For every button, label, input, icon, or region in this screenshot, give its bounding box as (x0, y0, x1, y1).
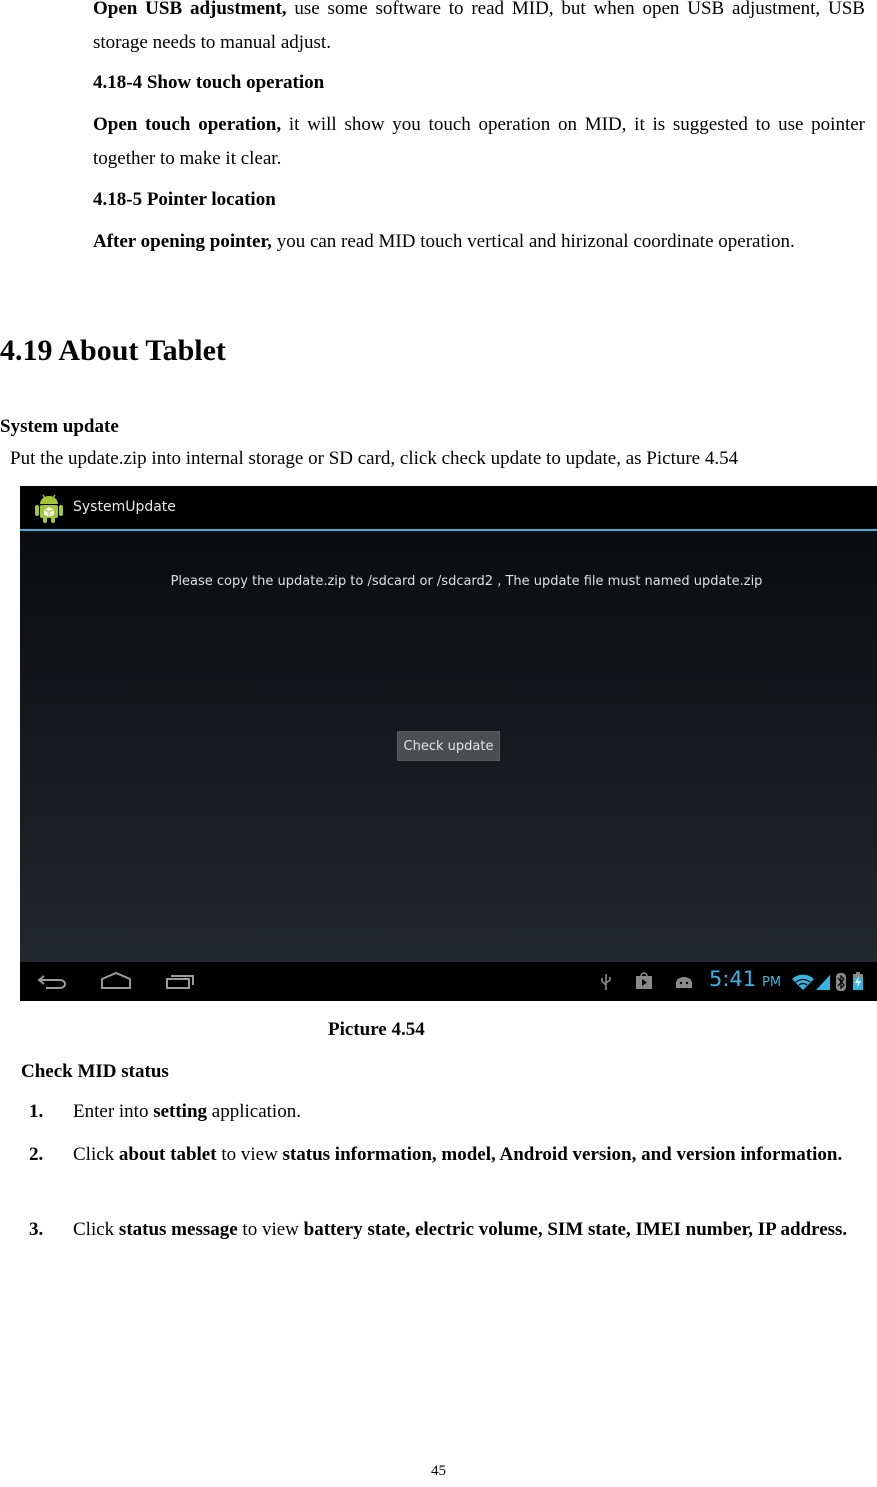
text-run: Click (73, 1144, 119, 1165)
text-run: to view (216, 1144, 283, 1165)
status-clock: 5:41 (709, 967, 757, 991)
text-run-bold: status message (118, 1219, 238, 1240)
system-navigation-bar: 5:41 PM (20, 962, 877, 1001)
list-item: 3. Click status message to view battery … (0, 1213, 865, 1247)
bluetooth-icon (835, 972, 847, 996)
pointer-location-lead: After opening pointer, (93, 231, 272, 252)
list-item-text: Click about tablet to view status inform… (73, 1138, 865, 1172)
list-number: 1. (29, 1101, 44, 1122)
usb-icon (600, 972, 612, 996)
touch-operation-lead: Open touch operation, (93, 114, 282, 135)
text-run: Click (73, 1219, 119, 1240)
page-number: 45 (431, 1463, 446, 1479)
system-update-screenshot: SystemUpdate Please copy the update.zip … (20, 486, 877, 1001)
section-heading-about-tablet: 4.19 About Tablet (0, 334, 226, 367)
subsection-heading-show-touch: 4.18-4 Show touch operation (93, 72, 325, 93)
check-mid-status-heading: Check MID status (21, 1061, 169, 1082)
system-update-instructions: Put the update.zip into internal storage… (10, 448, 739, 469)
text-run-bold: status information, model, Android versi… (282, 1144, 843, 1165)
update-instructions-message: Please copy the update.zip to /sdcard or… (170, 574, 763, 589)
touch-operation-paragraph: Open touch operation, it will show you t… (93, 108, 865, 176)
wifi-icon (791, 974, 815, 994)
pointer-location-text: you can read MID touch vertical and hiri… (271, 231, 795, 252)
system-update-heading: System update (0, 416, 119, 437)
update-content-area: Please copy the update.zip to /sdcard or… (20, 531, 877, 962)
usb-adjustment-lead: Open USB adjustment, (93, 0, 287, 19)
back-icon[interactable] (36, 973, 68, 995)
android-debug-icon (674, 974, 694, 993)
signal-icon (815, 974, 831, 994)
text-run-bold: battery state, electric volume, SIM stat… (303, 1219, 848, 1240)
check-update-button[interactable]: Check update (397, 731, 500, 761)
system-update-app-icon (34, 492, 64, 528)
list-item: 2. Click about tablet to view status inf… (0, 1138, 865, 1172)
text-run: Enter into (73, 1101, 154, 1122)
battery-charging-icon (852, 971, 864, 995)
text-run-bold: setting (153, 1101, 208, 1122)
list-item: 1. Enter into setting application. (0, 1095, 865, 1129)
status-clock-ampm: PM (762, 975, 782, 990)
play-store-icon (635, 972, 653, 994)
text-run-bold: about tablet (118, 1144, 217, 1165)
action-bar: SystemUpdate (20, 486, 877, 529)
list-item-text: Click status message to view battery sta… (73, 1213, 865, 1247)
figure-caption: Picture 4.54 (328, 1019, 425, 1040)
recent-apps-icon[interactable] (165, 971, 197, 995)
pointer-location-paragraph: After opening pointer, you can read MID … (93, 225, 865, 259)
app-title: SystemUpdate (73, 499, 176, 515)
text-run: application. (207, 1101, 301, 1122)
text-run: to view (237, 1219, 304, 1240)
list-number: 2. (29, 1144, 44, 1165)
usb-adjustment-paragraph: Open USB adjustment, use some software t… (93, 0, 865, 60)
list-item-text: Enter into setting application. (73, 1095, 865, 1129)
list-number: 3. (29, 1219, 44, 1240)
subsection-heading-pointer-location: 4.18-5 Pointer location (93, 189, 276, 210)
home-icon[interactable] (100, 971, 132, 995)
